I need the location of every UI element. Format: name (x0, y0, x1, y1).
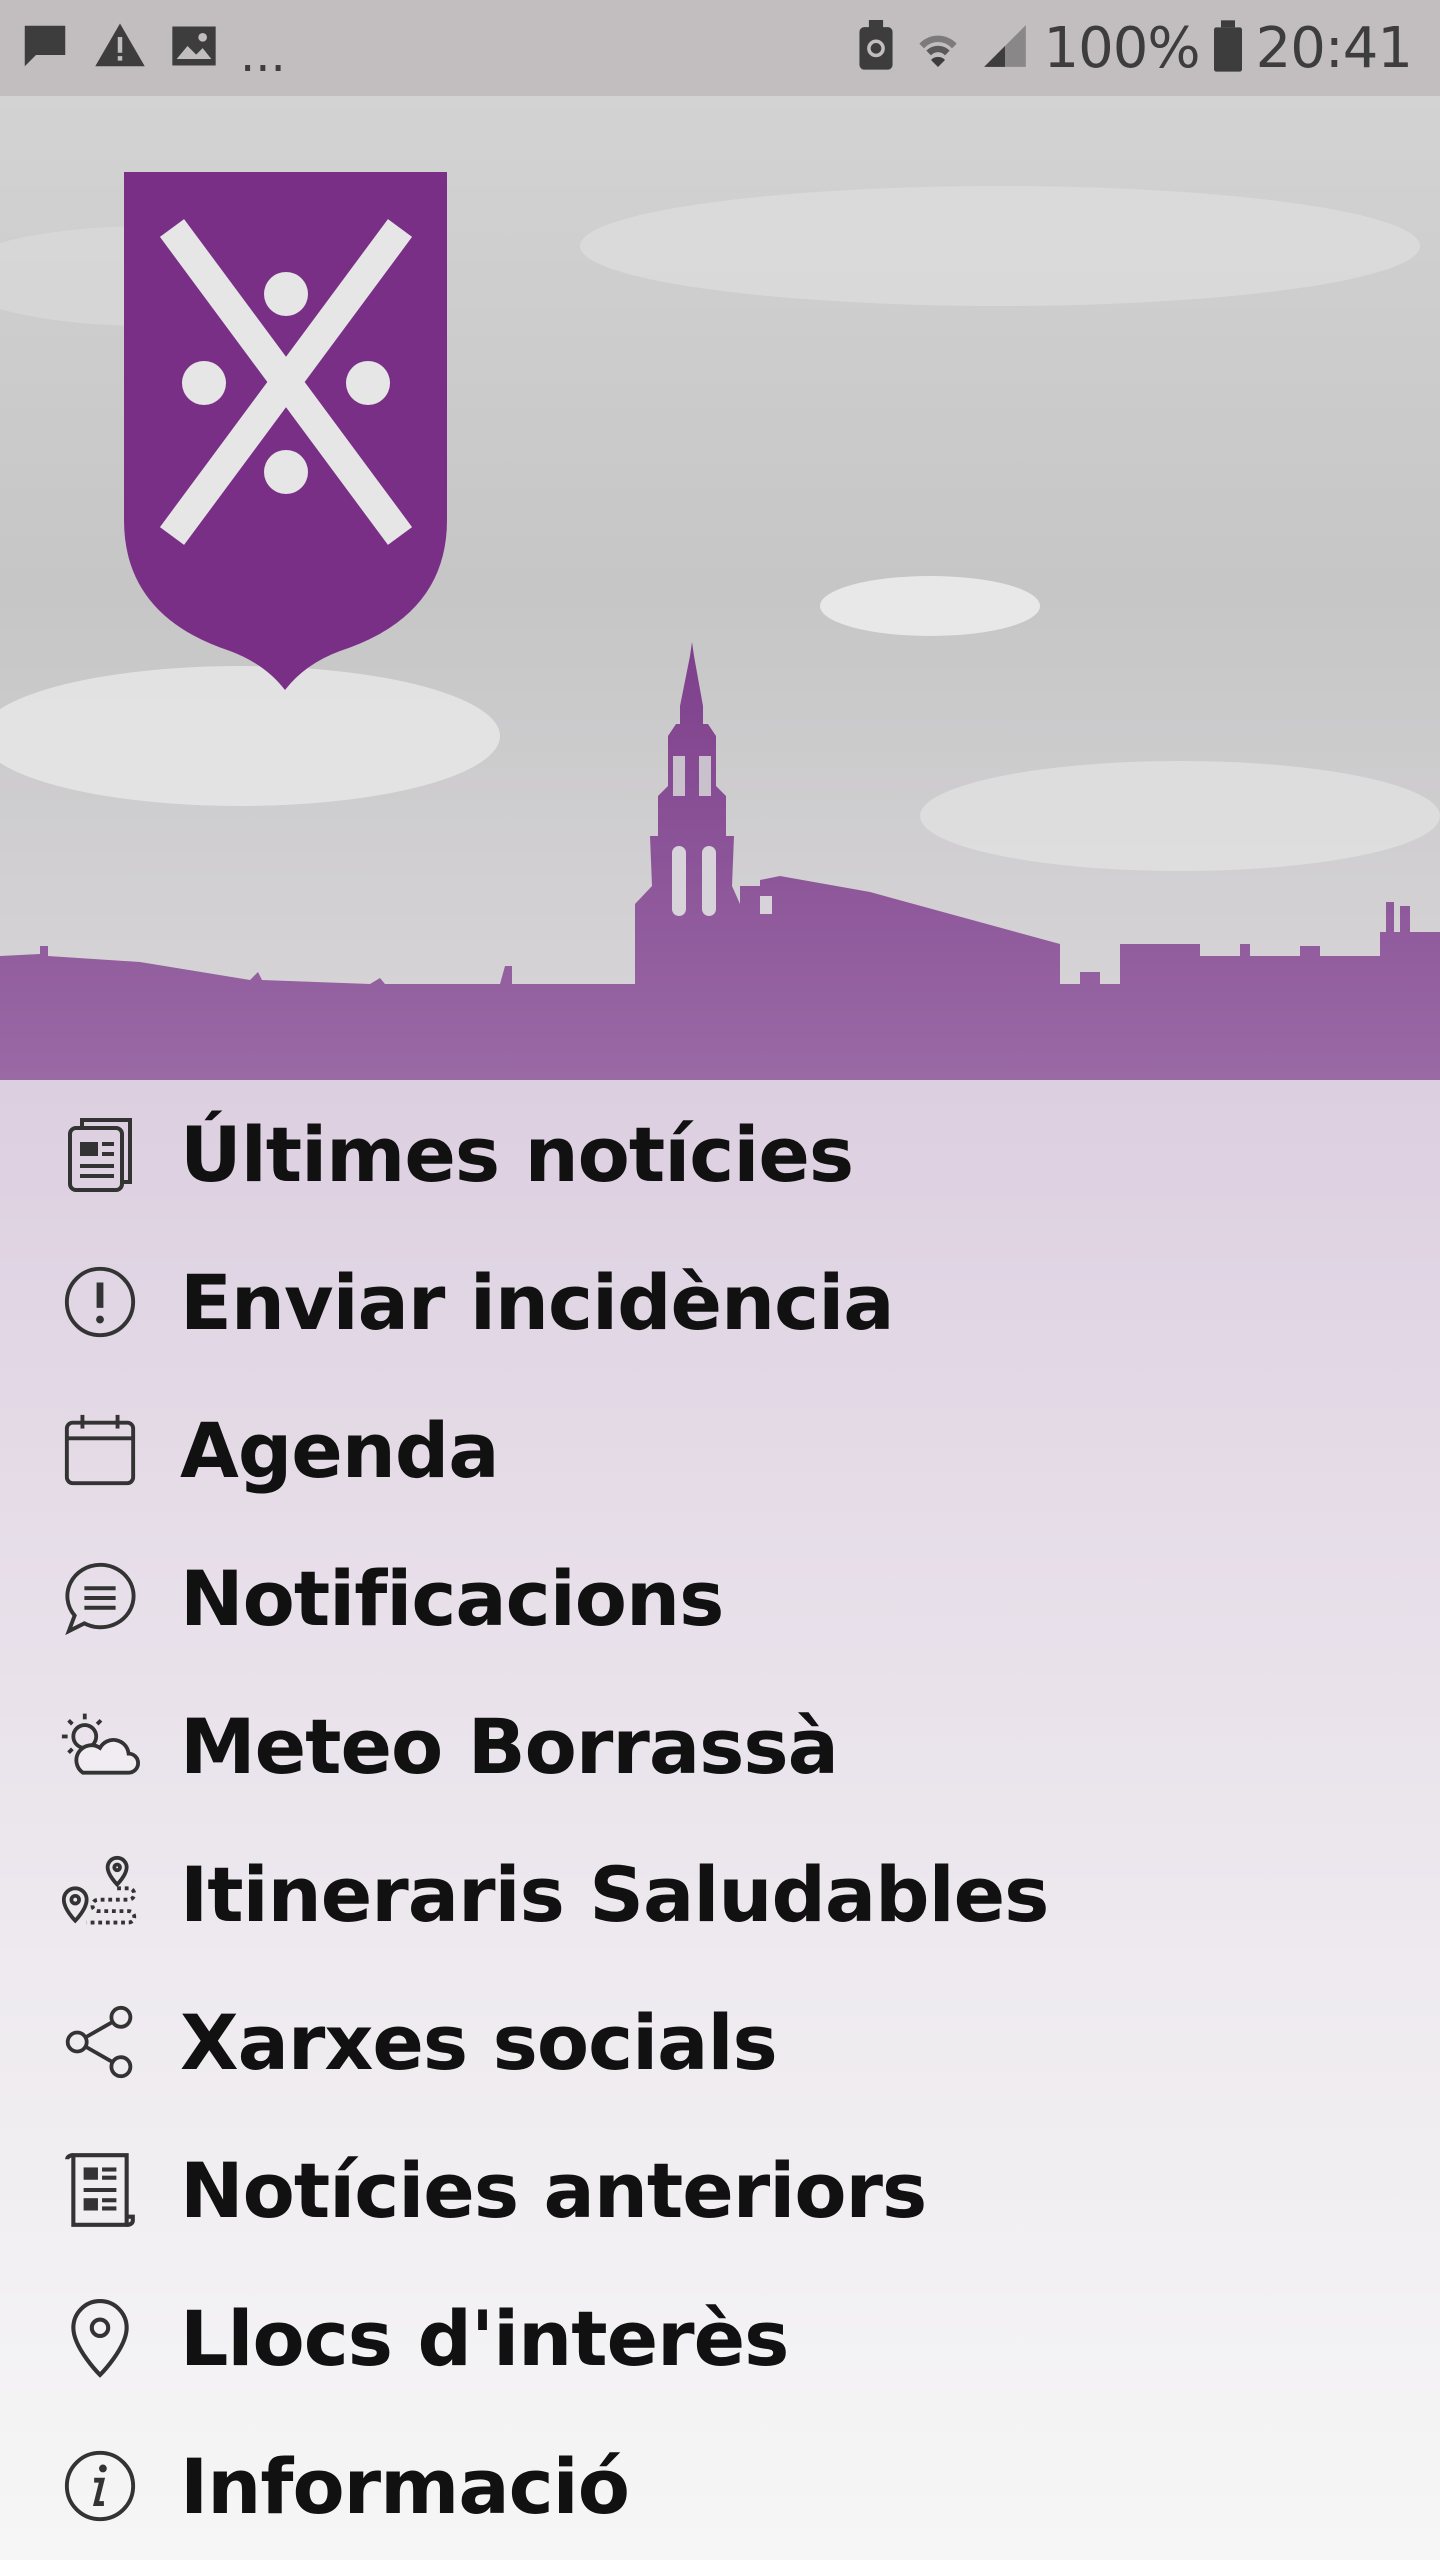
battery-percent: 100% (1043, 15, 1201, 81)
menu-item-noticies-anteriors[interactable]: Notícies anteriors (0, 2116, 1440, 2264)
battery-saver-icon (856, 19, 896, 77)
header-illustration (0, 96, 1440, 1080)
menu-item-label: Notícies anteriors (180, 2145, 927, 2235)
calendar-icon (60, 1410, 140, 1490)
menu-item-enviar-incidencia[interactable]: Enviar incidència (0, 1228, 1440, 1376)
menu-item-label: Itineraris Saludables (180, 1849, 1049, 1939)
menu-item-ultimes-noticies[interactable]: Últimes notícies (0, 1080, 1440, 1228)
status-bar: ... 100% 20:41 (0, 0, 1440, 96)
menu-item-informacio[interactable]: Informació (0, 2412, 1440, 2560)
image-icon (168, 20, 220, 77)
archive-news-icon (60, 2150, 140, 2230)
menu-item-label: Informació (180, 2441, 630, 2531)
alert-circle-icon (60, 1262, 140, 1342)
info-icon (60, 2446, 140, 2526)
menu-item-label: Xarxes socials (180, 1997, 778, 2087)
menu-item-label: Notificacions (180, 1553, 724, 1643)
battery-icon (1213, 19, 1242, 77)
newspaper-icon (60, 1114, 140, 1194)
menu-item-itineraris-saludables[interactable]: Itineraris Saludables (0, 1820, 1440, 1968)
menu-item-label: Últimes notícies (180, 1109, 854, 1199)
clock: 20:41 (1255, 15, 1413, 81)
header-banner (0, 96, 1440, 1080)
menu-item-meteo-borrassa[interactable]: Meteo Borrassà (0, 1672, 1440, 1820)
warning-icon (92, 19, 148, 78)
cell-signal-icon (980, 21, 1030, 76)
weather-icon (60, 1706, 140, 1786)
menu-item-label: Enviar incidència (180, 1257, 895, 1347)
coat-of-arms-logo (124, 172, 447, 690)
menu-item-llocs-interes[interactable]: Llocs d'interès (0, 2264, 1440, 2412)
route-icon (60, 1854, 140, 1934)
wifi-icon (910, 20, 966, 77)
share-icon (60, 2002, 140, 2082)
chat-bubble-icon (60, 1558, 140, 1638)
menu-item-agenda[interactable]: Agenda (0, 1376, 1440, 1524)
message-icon (18, 19, 72, 78)
status-overflow: ... (240, 27, 286, 83)
menu-item-label: Llocs d'interès (180, 2293, 789, 2383)
map-pin-icon (60, 2298, 140, 2378)
navigation-menu: Últimes notícies Enviar incidència Agend… (0, 1080, 1440, 2560)
menu-item-notificacions[interactable]: Notificacions (0, 1524, 1440, 1672)
menu-item-label: Agenda (180, 1405, 500, 1495)
menu-item-xarxes-socials[interactable]: Xarxes socials (0, 1968, 1440, 2116)
menu-item-label: Meteo Borrassà (180, 1701, 839, 1791)
